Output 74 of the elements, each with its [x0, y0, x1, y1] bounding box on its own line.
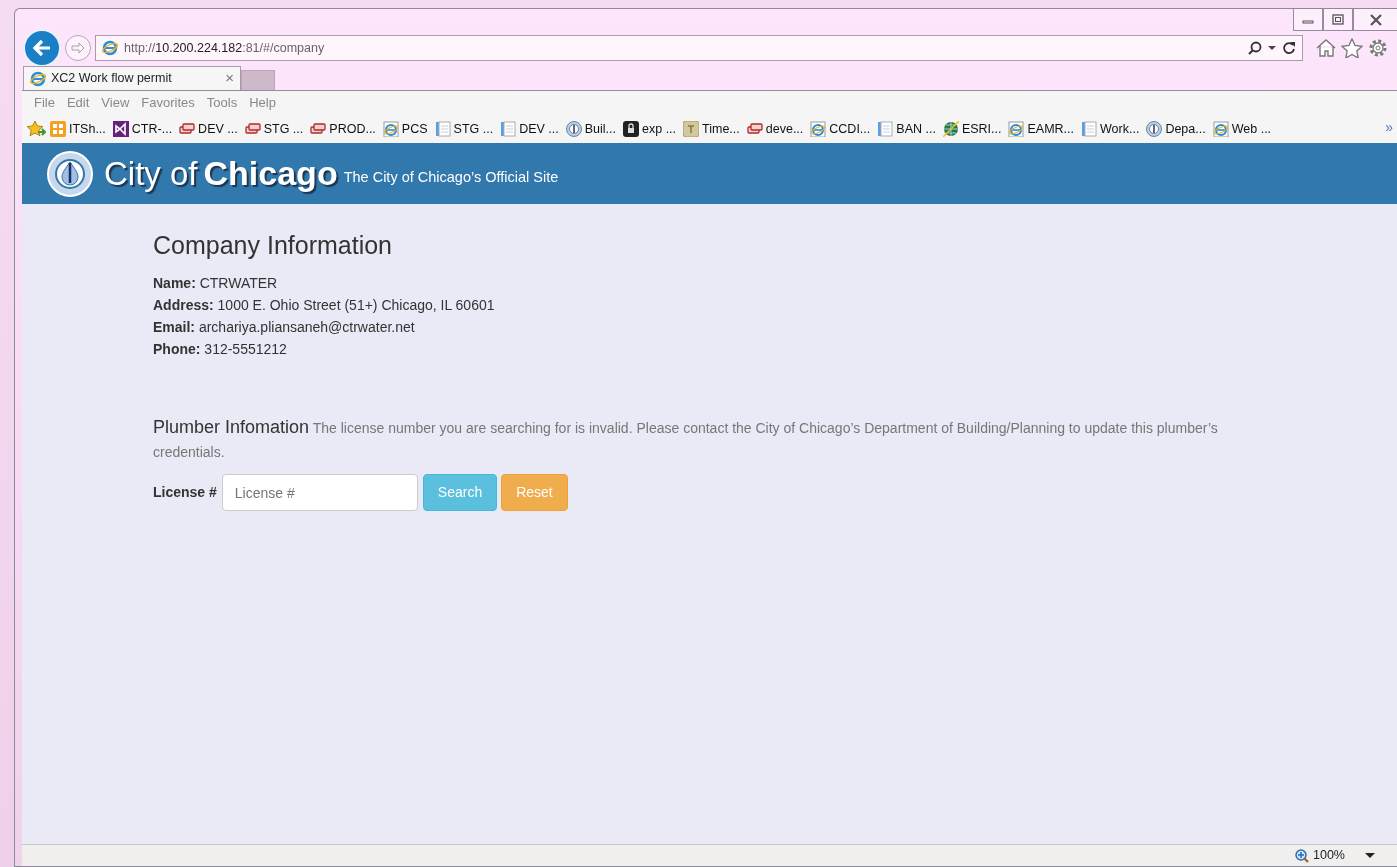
globe-e-icon [1212, 121, 1229, 137]
globe-e-icon [810, 121, 827, 137]
bookmark-link[interactable]: STG ... [431, 119, 497, 139]
stack-icon [179, 121, 196, 137]
logo-text: City of [104, 153, 198, 194]
stack-icon [310, 121, 327, 137]
caret-icon[interactable] [1365, 852, 1375, 859]
bookmark-link[interactable]: DEV ... [497, 119, 562, 139]
favorites-star-icon[interactable] [26, 120, 46, 138]
minimize-button[interactable] [1293, 9, 1323, 31]
arrow-right-icon [71, 42, 85, 54]
bookmark-link[interactable]: CCDI... [807, 119, 874, 139]
stack-icon [244, 121, 261, 137]
bookmark-link[interactable]: Buil... [562, 119, 619, 139]
document-icon [500, 121, 517, 137]
bookmark-link[interactable]: exp ... [620, 119, 680, 139]
bookmark-link[interactable]: EAMR... [1005, 119, 1078, 139]
globe-icon [942, 121, 959, 137]
document-icon [1081, 121, 1098, 137]
bookmark-link[interactable]: Time... [680, 119, 743, 139]
arrow-left-icon [32, 39, 52, 57]
bookmark-link[interactable]: STG ... [241, 119, 307, 139]
section-title: Company Information [153, 230, 393, 260]
bookmark-link[interactable]: CTR-... [109, 119, 176, 139]
caret-icon[interactable] [1268, 45, 1276, 51]
zoom-icon[interactable] [1295, 848, 1309, 863]
zoom-level[interactable]: 100% [1313, 846, 1345, 865]
info-line: Address: 1000 E. Ohio Street (51+) Chicago, IL 60601 [153, 296, 496, 315]
license-input-field[interactable]: License # [221, 474, 418, 511]
restore-button[interactable] [1323, 9, 1353, 31]
lock-icon [623, 121, 639, 137]
field-label: License # [153, 483, 217, 502]
bookmark-link[interactable]: Work... [1078, 119, 1143, 139]
plumber-message: Plumber Infomation The license number you are searching for is invalid. Please contact the City of Chicago’s Department of Building/Planning to update this plumber’s credentials. [153, 416, 1219, 462]
search-icon[interactable] [1248, 41, 1262, 55]
tagline: The City of Chicago’s Official Site [343, 167, 559, 187]
stack-icon [746, 121, 763, 137]
globe-e-icon [30, 70, 46, 87]
star-icon[interactable] [1341, 38, 1363, 58]
globe-e-icon [382, 121, 399, 137]
more-bookmarks-button[interactable]: » [1385, 117, 1393, 138]
address-bar[interactable]: http://10.200.224.182:81/#/company [95, 35, 1303, 61]
info-line: Email: archariya.pliansaneh@ctrwater.net [153, 318, 416, 337]
refresh-icon[interactable] [1282, 41, 1296, 55]
tile-icon [683, 121, 700, 137]
info-line: Name: CTRWATER [153, 274, 279, 293]
seal-icon [565, 121, 582, 137]
bookmark-link[interactable]: DEV ... [176, 119, 241, 139]
tab-close-button[interactable]: × [225, 67, 234, 90]
close-icon [1369, 13, 1382, 26]
document-icon [877, 121, 894, 137]
bookmark-link[interactable]: Web ... [1209, 119, 1275, 139]
ribbon-icon [112, 121, 129, 137]
home-icon[interactable] [1315, 38, 1337, 58]
url-text: http://10.200.224.182:81/#/company [124, 39, 326, 57]
grid-icon [50, 121, 66, 137]
restore-icon [1332, 14, 1344, 25]
logo-text: Chicago [203, 153, 338, 194]
bookmark-link[interactable]: ITSh... [47, 119, 109, 139]
bookmark-link[interactable]: ESRI... [939, 119, 1005, 139]
bookmark-link[interactable]: PROD... [307, 119, 379, 139]
back-button[interactable] [23, 29, 61, 67]
browser-tab[interactable]: XC2 Work flow permit × [23, 66, 241, 90]
seal-icon [1146, 121, 1163, 137]
document-icon [434, 121, 451, 137]
globe-e-icon [1008, 121, 1025, 137]
bookmark-link[interactable]: Depa... [1143, 119, 1209, 139]
close-button[interactable] [1353, 9, 1397, 31]
bookmark-link[interactable]: deve... [743, 119, 807, 139]
bookmark-link[interactable]: PCS [379, 119, 431, 139]
settings-icon[interactable] [1367, 38, 1389, 58]
bookmark-link[interactable]: BAN ... [874, 119, 939, 139]
info-line: Phone: 312-5551212 [153, 340, 288, 359]
globe-e-icon [102, 40, 118, 56]
